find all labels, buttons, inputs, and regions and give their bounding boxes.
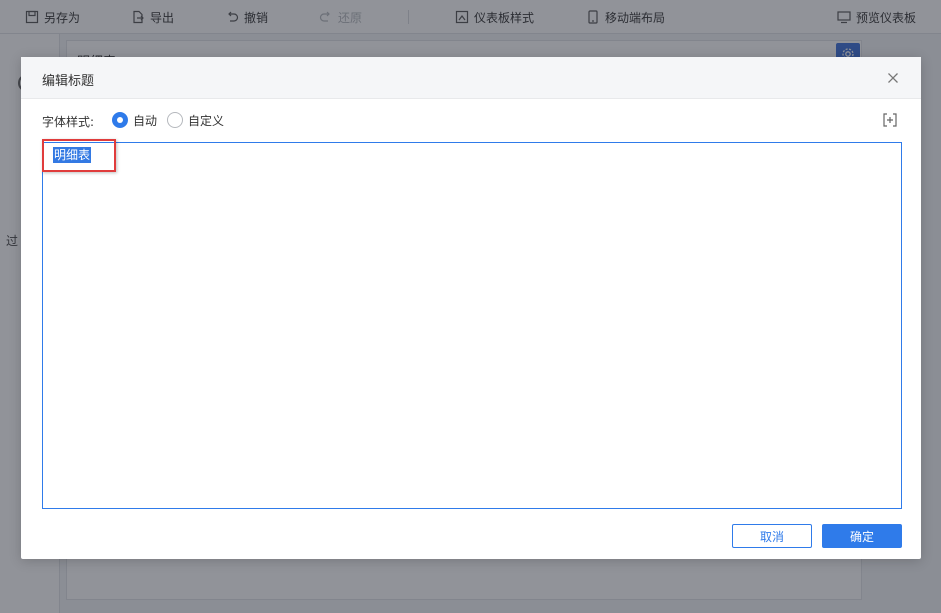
close-button[interactable] (885, 70, 901, 86)
radio-custom-dot (167, 112, 183, 128)
radio-auto[interactable]: 自动 (112, 111, 157, 129)
confirm-button[interactable]: 确定 (822, 524, 902, 548)
radio-custom-label: 自定义 (188, 113, 225, 128)
radio-custom[interactable]: 自定义 (167, 111, 224, 129)
close-icon (888, 73, 898, 83)
radio-auto-label: 自动 (133, 113, 158, 128)
title-editor[interactable]: 明细表 (42, 142, 902, 509)
selected-title-text[interactable]: 明细表 (53, 147, 92, 163)
insert-field-button[interactable] (882, 112, 898, 128)
dialog-title: 编辑标题 (42, 74, 95, 89)
edit-title-dialog: 编辑标题 字体样式: 自动 自定义 明细表 取消 确定 (21, 57, 921, 559)
radio-auto-dot (112, 112, 128, 128)
font-style-row: 字体样式: 自动 自定义 (42, 110, 902, 130)
cancel-button[interactable]: 取消 (732, 524, 812, 548)
font-style-label: 字体样式: (42, 115, 95, 129)
dialog-header: 编辑标题 (21, 57, 921, 99)
insert-field-icon (883, 113, 897, 127)
